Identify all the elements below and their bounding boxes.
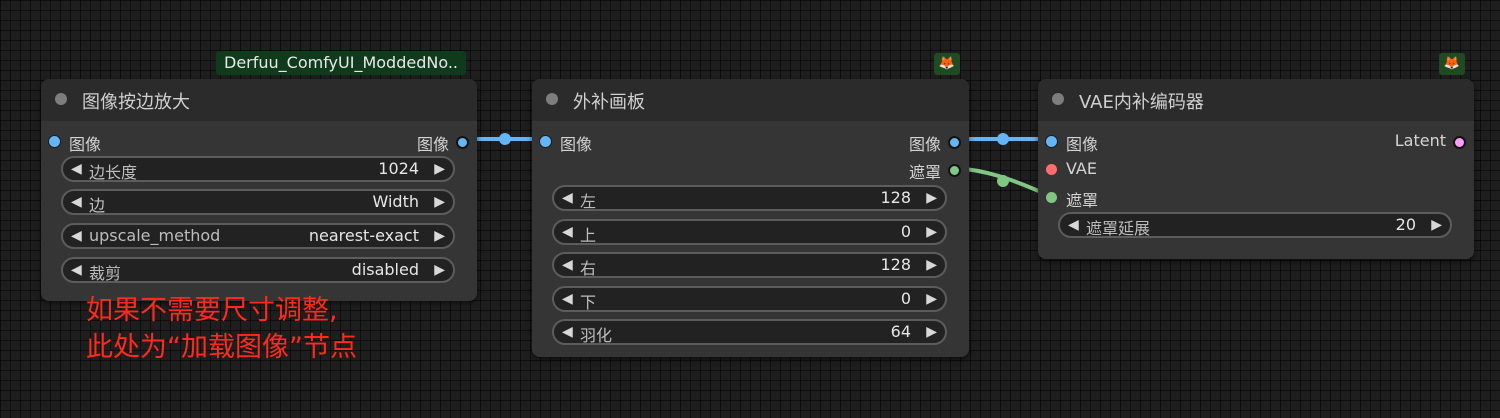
widget-label: 左 bbox=[580, 192, 597, 211]
widget-label: 右 bbox=[580, 259, 597, 278]
node-title: 图像按边放大 bbox=[82, 92, 190, 113]
annotation-note: 如果不需要尺寸调整, 此处为“加载图像”节点 bbox=[86, 292, 357, 366]
input-slot-vae[interactable]: VAE bbox=[1038, 159, 1238, 179]
widget-label: 边 bbox=[89, 196, 106, 215]
node-image-scale-by-side[interactable]: 图像按边放大 图像 图像 ◀ 边长度 1024 ▶ ◀ 边 Width ▶ ◀ … bbox=[41, 79, 477, 301]
widget-side[interactable]: ◀ 边 Width ▶ bbox=[61, 189, 455, 215]
increment-arrow-icon[interactable]: ▶ bbox=[434, 161, 445, 177]
decrement-arrow-icon[interactable]: ◀ bbox=[71, 161, 82, 177]
widget-upscale-method[interactable]: ◀ upscale_method nearest-exact ▶ bbox=[61, 223, 455, 249]
widget-value[interactable]: 128 bbox=[880, 188, 911, 207]
widget-left[interactable]: ◀ 左 128 ▶ bbox=[552, 185, 947, 211]
output-label: 图像 bbox=[908, 135, 941, 154]
node-header[interactable]: 外补画板 bbox=[532, 79, 969, 121]
increment-arrow-icon[interactable]: ▶ bbox=[926, 257, 937, 273]
widget-grow-mask[interactable]: ◀ 遮罩延展 20 ▶ bbox=[1058, 212, 1452, 238]
input-slot-image[interactable]: 图像 bbox=[532, 131, 732, 154]
mask-socket-icon[interactable] bbox=[948, 164, 961, 177]
decrement-arrow-icon[interactable]: ◀ bbox=[71, 194, 82, 210]
widget-top[interactable]: ◀ 上 0 ▶ bbox=[552, 219, 947, 245]
widget-bottom[interactable]: ◀ 下 0 ▶ bbox=[552, 286, 947, 312]
widget-value[interactable]: 0 bbox=[901, 222, 911, 241]
widget-value[interactable]: 0 bbox=[901, 289, 911, 308]
decrement-arrow-icon[interactable]: ◀ bbox=[562, 324, 573, 340]
decrement-arrow-icon[interactable]: ◀ bbox=[562, 291, 573, 307]
link-midpoint-2[interactable] bbox=[997, 133, 1009, 145]
input-slot-image[interactable]: 图像 bbox=[1038, 131, 1238, 154]
input-label: 遮罩 bbox=[1066, 191, 1099, 210]
vae-socket-icon[interactable] bbox=[1046, 164, 1057, 175]
decrement-arrow-icon[interactable]: ◀ bbox=[562, 224, 573, 240]
image-socket-icon[interactable] bbox=[948, 136, 961, 149]
collapse-dot-icon[interactable] bbox=[55, 93, 67, 105]
input-label: 图像 bbox=[560, 135, 593, 154]
input-label: 图像 bbox=[69, 135, 102, 154]
collapse-dot-icon[interactable] bbox=[1052, 93, 1064, 105]
widget-label: upscale_method bbox=[89, 226, 221, 245]
node-title: VAE内补编码器 bbox=[1079, 92, 1204, 113]
output-label: Latent bbox=[1394, 131, 1446, 150]
node-pack-badge: Derfuu_ComfyUI_ModdedNo.. bbox=[216, 51, 467, 75]
link-midpoint-1[interactable] bbox=[499, 133, 511, 145]
output-slot-image[interactable]: 图像 bbox=[769, 131, 969, 154]
widget-side-length[interactable]: ◀ 边长度 1024 ▶ bbox=[61, 156, 455, 182]
increment-arrow-icon[interactable]: ▶ bbox=[434, 262, 445, 278]
image-socket-icon[interactable] bbox=[1046, 136, 1057, 147]
increment-arrow-icon[interactable]: ▶ bbox=[434, 194, 445, 210]
node-title: 外补画板 bbox=[573, 92, 645, 113]
widget-right[interactable]: ◀ 右 128 ▶ bbox=[552, 252, 947, 278]
input-label: VAE bbox=[1066, 159, 1097, 178]
image-socket-icon[interactable] bbox=[49, 136, 60, 147]
decrement-arrow-icon[interactable]: ◀ bbox=[562, 190, 573, 206]
fox-icon: 🦊 bbox=[934, 53, 960, 75]
increment-arrow-icon[interactable]: ▶ bbox=[434, 228, 445, 244]
node-header[interactable]: VAE内补编码器 bbox=[1038, 79, 1474, 121]
increment-arrow-icon[interactable]: ▶ bbox=[926, 324, 937, 340]
decrement-arrow-icon[interactable]: ◀ bbox=[1068, 217, 1079, 233]
output-slot-mask[interactable]: 遮罩 bbox=[769, 159, 969, 182]
widget-crop[interactable]: ◀ 裁剪 disabled ▶ bbox=[61, 257, 455, 283]
collapse-dot-icon[interactable] bbox=[546, 93, 558, 105]
widget-value[interactable]: Width bbox=[373, 192, 419, 211]
increment-arrow-icon[interactable]: ▶ bbox=[1431, 217, 1442, 233]
widget-label: 边长度 bbox=[89, 163, 138, 182]
widget-feather[interactable]: ◀ 羽化 64 ▶ bbox=[552, 319, 947, 345]
mask-socket-icon[interactable] bbox=[1046, 192, 1057, 203]
widget-label: 遮罩延展 bbox=[1086, 219, 1151, 238]
output-slot-image[interactable]: 图像 bbox=[277, 131, 477, 154]
node-vae-encode-inpaint[interactable]: VAE内补编码器 图像 VAE 遮罩 Latent ◀ 遮罩延展 20 ▶ bbox=[1038, 79, 1474, 259]
latent-socket-icon[interactable] bbox=[1453, 136, 1466, 149]
annotation-line-2: 此处为“加载图像”节点 bbox=[86, 332, 357, 363]
annotation-line-1: 如果不需要尺寸调整, bbox=[86, 295, 338, 326]
fox-icon: 🦊 bbox=[1439, 53, 1465, 75]
input-slot-image[interactable]: 图像 bbox=[41, 131, 241, 154]
widget-value[interactable]: disabled bbox=[352, 260, 419, 279]
widget-label: 裁剪 bbox=[89, 264, 122, 283]
increment-arrow-icon[interactable]: ▶ bbox=[926, 291, 937, 307]
widget-value[interactable]: 128 bbox=[880, 255, 911, 274]
widget-value[interactable]: 64 bbox=[891, 322, 911, 341]
increment-arrow-icon[interactable]: ▶ bbox=[926, 190, 937, 206]
graph-canvas[interactable]: Derfuu_ComfyUI_ModdedNo.. 🦊 🦊 图像按边放大 图像 … bbox=[0, 0, 1500, 418]
widget-label: 下 bbox=[580, 293, 597, 312]
widget-value[interactable]: 1024 bbox=[378, 159, 419, 178]
decrement-arrow-icon[interactable]: ◀ bbox=[71, 228, 82, 244]
increment-arrow-icon[interactable]: ▶ bbox=[926, 224, 937, 240]
image-socket-icon[interactable] bbox=[456, 136, 469, 149]
node-outpaint-canvas[interactable]: 外补画板 图像 图像 遮罩 ◀ 左 128 ▶ ◀ 上 0 ▶ ◀ 右 128 … bbox=[532, 79, 969, 357]
input-label: 图像 bbox=[1066, 135, 1099, 154]
output-label: 图像 bbox=[416, 135, 449, 154]
widget-label: 上 bbox=[580, 226, 597, 245]
decrement-arrow-icon[interactable]: ◀ bbox=[71, 262, 82, 278]
widget-label: 羽化 bbox=[580, 326, 613, 345]
input-slot-mask[interactable]: 遮罩 bbox=[1038, 187, 1238, 210]
widget-value[interactable]: nearest-exact bbox=[309, 226, 419, 245]
widget-value[interactable]: 20 bbox=[1396, 215, 1416, 234]
output-label: 遮罩 bbox=[908, 163, 941, 182]
image-socket-icon[interactable] bbox=[540, 136, 551, 147]
link-midpoint-3[interactable] bbox=[997, 175, 1009, 187]
decrement-arrow-icon[interactable]: ◀ bbox=[562, 257, 573, 273]
node-header[interactable]: 图像按边放大 bbox=[41, 79, 477, 121]
output-slot-latent[interactable]: Latent bbox=[1274, 131, 1474, 151]
